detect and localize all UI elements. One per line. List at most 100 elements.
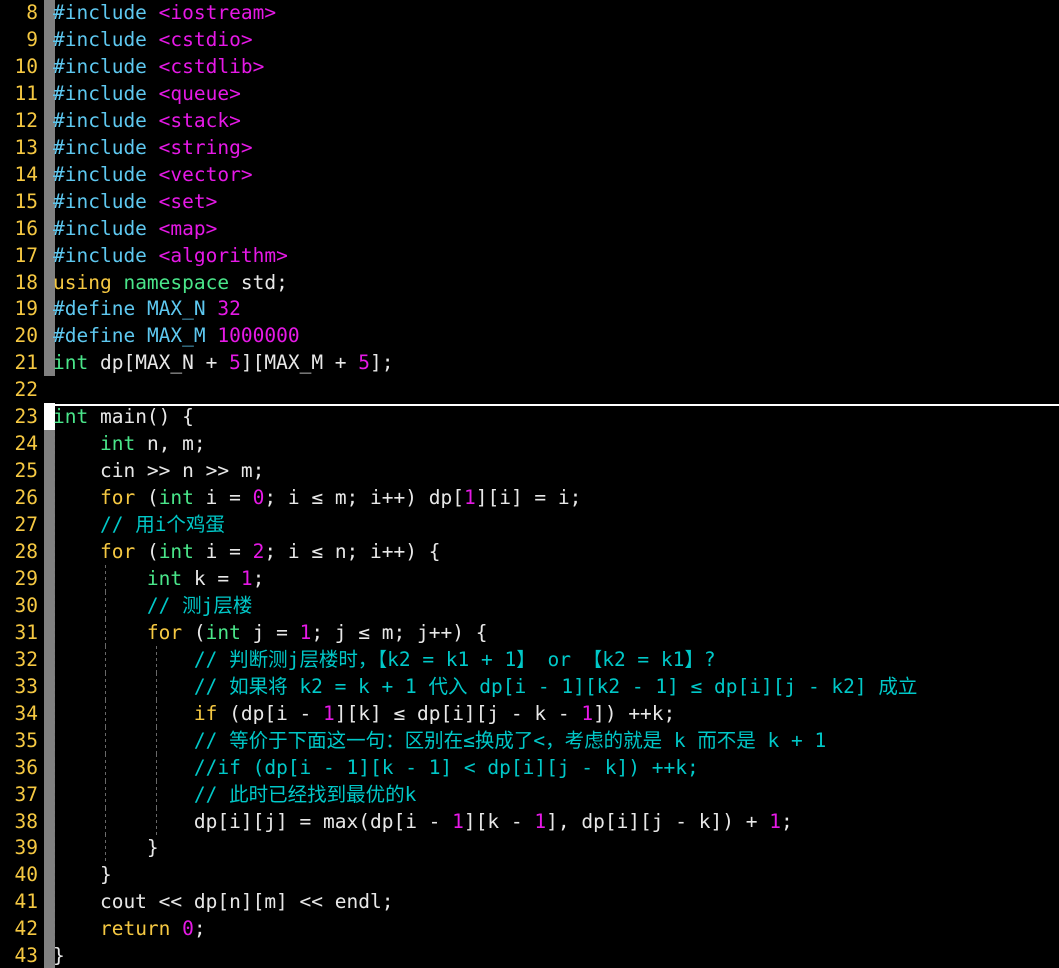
code-text[interactable]: if (dp[i - 1][k] ≤ dp[i][j - k - 1]) ++k… <box>53 700 675 727</box>
code-text[interactable]: // 等价于下面这一句：区别在≤换成了<，考虑的就是 k 而不是 k + 1 <box>53 727 826 754</box>
code-line[interactable]: 29 int k = 1; <box>0 564 1059 592</box>
code-token: int <box>146 566 183 590</box>
code-token: #include <box>53 108 147 132</box>
code-line[interactable]: 26 for (int i = 0; i ≤ m; i++) dp[1][i] … <box>0 484 1059 512</box>
code-text[interactable]: using namespace std; <box>53 269 288 296</box>
code-text[interactable]: cout << dp[n][m] << endl; <box>53 888 394 915</box>
code-text[interactable]: #include <cstdio> <box>53 26 253 53</box>
code-line[interactable]: 20 #define MAX_M 1000000 <box>0 322 1059 350</box>
code-token: ][MAX_M + <box>240 351 359 375</box>
code-text[interactable]: for (int j = 1; j ≤ m; j++) { <box>53 619 488 646</box>
code-text[interactable]: int k = 1; <box>53 565 264 592</box>
code-text[interactable]: int n, m; <box>53 430 206 457</box>
code-line[interactable]: 38 dp[i][j] = max(dp[i - 1][k - 1], dp[i… <box>0 807 1059 835</box>
code-line[interactable]: 12 #include <stack> <box>0 106 1059 134</box>
code-token: <string> <box>158 135 253 159</box>
code-line[interactable]: 16 #include <map> <box>0 214 1059 242</box>
code-text[interactable]: #include <cstdlib> <box>53 53 264 80</box>
code-text[interactable]: #define MAX_M 1000000 <box>53 322 300 349</box>
code-line[interactable]: 22 <box>0 376 1059 403</box>
code-text[interactable]: #include <string> <box>53 134 253 161</box>
code-line[interactable]: 35 // 等价于下面这一句：区别在≤换成了<，考虑的就是 k 而不是 k + … <box>0 726 1059 754</box>
code-line[interactable]: 37 // 此时已经找到最优的k <box>0 780 1059 808</box>
code-text[interactable]: #define MAX_N 32 <box>53 295 241 322</box>
code-line[interactable]: 17 #include <algorithm> <box>0 241 1059 269</box>
code-text[interactable]: #include <vector> <box>53 161 253 188</box>
code-text[interactable]: #include <map> <box>53 215 217 242</box>
code-line[interactable]: 31 for (int j = 1; j ≤ m; j++) { <box>0 618 1059 646</box>
code-editor[interactable]: 8 #include <iostream> 9 #include <cstdio> 10… <box>0 0 1059 968</box>
code-line[interactable]: 10 #include <cstdlib> <box>0 52 1059 80</box>
line-number: 22 <box>14 378 38 402</box>
code-line[interactable]: 18 using namespace std; <box>0 268 1059 296</box>
code-line[interactable]: 13 #include <string> <box>0 133 1059 161</box>
code-line[interactable]: 42 return 0; <box>0 915 1059 943</box>
code-text[interactable]: #include <queue> <box>53 80 241 107</box>
code-text[interactable]: #include <iostream> <box>53 0 276 26</box>
gutter-change-marker[interactable] <box>44 376 55 403</box>
code-token: 1 <box>240 566 253 590</box>
code-text[interactable]: // 如果将 k2 = k + 1 代入 dp[i - 1][k2 - 1] ≤… <box>53 673 918 700</box>
code-line[interactable]: 11 #include <queue> <box>0 79 1059 107</box>
code-line[interactable]: 33 // 如果将 k2 = k + 1 代入 dp[i - 1][k2 - 1… <box>0 672 1059 700</box>
code-text[interactable]: #include <algorithm> <box>53 242 288 269</box>
code-line[interactable]: 43} <box>0 942 1059 968</box>
line-number: 28 <box>14 540 38 563</box>
code-text[interactable]: // 用i个鸡蛋 <box>53 511 225 538</box>
code-text[interactable]: } <box>53 942 65 968</box>
code-line[interactable]: 9 #include <cstdio> <box>0 25 1059 53</box>
code-text[interactable]: return 0; <box>53 915 206 942</box>
code-line[interactable]: 21 int dp[MAX_N + 5][MAX_M + 5]; <box>0 349 1059 377</box>
code-line[interactable]: 30 // 测j层楼 <box>0 591 1059 619</box>
line-number: 13 <box>14 135 38 159</box>
code-text[interactable]: // 测j层楼 <box>53 592 252 619</box>
code-line[interactable]: 15 #include <set> <box>0 187 1059 215</box>
code-line[interactable]: 41 cout << dp[n][m] << endl; <box>0 888 1059 916</box>
code-text[interactable]: //if (dp[i - 1][k - 1] < dp[i][j - k]) +… <box>53 754 699 781</box>
code-line[interactable]: 24 int n, m; <box>0 430 1059 458</box>
code-text[interactable]: int main() { <box>53 403 194 430</box>
code-text[interactable]: for (int i = 0; i ≤ m; i++) dp[1][i] = i… <box>53 484 581 511</box>
line-number: 29 <box>14 566 38 590</box>
code-line[interactable]: 25 cin >> n >> m; <box>0 457 1059 485</box>
line-number: 36 <box>14 755 38 779</box>
line-number: 10 <box>14 54 38 78</box>
line-number: 26 <box>14 486 38 510</box>
code-line[interactable]: 14 #include <vector> <box>0 160 1059 188</box>
code-text[interactable]: // 此时已经找到最优的k <box>53 781 416 808</box>
code-token: 1 <box>581 701 594 725</box>
code-token: ], dp[i][j - k]) + <box>546 809 770 833</box>
code-text[interactable]: dp[i][j] = max(dp[i - 1][k - 1], dp[i][j… <box>53 808 793 835</box>
code-text[interactable]: #include <set> <box>53 188 217 215</box>
code-token: ][k - <box>463 809 535 833</box>
code-line[interactable]: 34 if (dp[i - 1][k] ≤ dp[i][j - k - 1]) … <box>0 699 1059 727</box>
code-text[interactable]: } <box>53 834 159 861</box>
code-token: // 用i个鸡蛋 <box>99 513 225 537</box>
code-text[interactable]: #include <stack> <box>53 107 241 134</box>
code-text[interactable]: } <box>53 861 112 888</box>
code-text[interactable]: cin >> n >> m; <box>53 457 264 484</box>
code-text[interactable]: int dp[MAX_N + 5][MAX_M + 5]; <box>53 349 394 376</box>
code-token: ( <box>135 540 159 563</box>
code-line[interactable]: 39 } <box>0 834 1059 862</box>
code-line[interactable]: 36 //if (dp[i - 1][k - 1] < dp[i][j - k]… <box>0 753 1059 781</box>
code-token: #include <box>53 27 147 51</box>
code-line[interactable]: 8 #include <iostream> <box>0 0 1059 26</box>
code-line[interactable]: 23 int main() { <box>0 403 1059 431</box>
code-token: #include <box>53 1 147 24</box>
code-line[interactable]: 19 #define MAX_N 32 <box>0 295 1059 323</box>
code-token: #include <box>53 216 147 240</box>
code-line[interactable]: 40 } <box>0 861 1059 889</box>
code-line[interactable]: 32 // 判断测j层楼时，【k2 = k1 + 1】 or 【k2 = k1】… <box>0 645 1059 673</box>
code-line[interactable]: 27 // 用i个鸡蛋 <box>0 511 1059 539</box>
code-text[interactable]: for (int i = 2; i ≤ n; i++) { <box>53 538 441 565</box>
code-token: <vector> <box>158 162 253 186</box>
code-line[interactable]: 28 for (int i = 2; i ≤ n; i++) { <box>0 538 1059 565</box>
code-text[interactable]: // 判断测j层楼时，【k2 = k1 + 1】 or 【k2 = k1】? <box>53 646 716 673</box>
